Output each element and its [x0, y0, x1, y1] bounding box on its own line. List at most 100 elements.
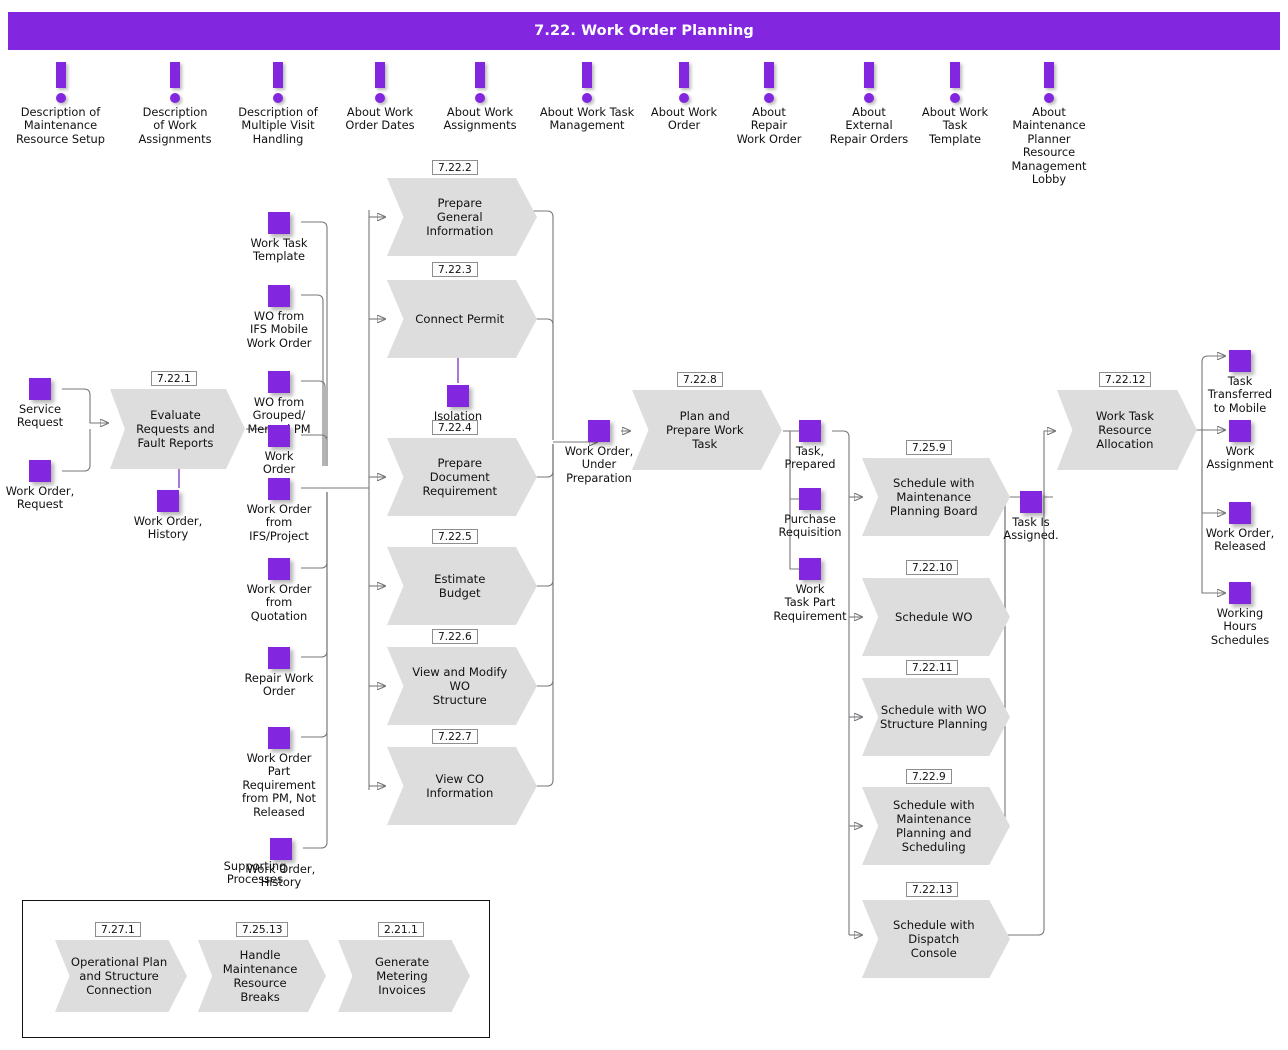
data-node-label: Work Task Template — [250, 236, 308, 264]
info-marker-description-of[interactable]: Description of Multiple Visit Handling — [228, 62, 328, 146]
info-marker-label: Description of Work Assignments — [138, 105, 212, 146]
process-schedule-wo[interactable]: Schedule WO — [862, 578, 1015, 661]
info-marker-about[interactable]: About External Repair Orders — [818, 62, 920, 146]
process-estimate-budget[interactable]: Estimate Budget — [387, 547, 542, 630]
exclamation-icon — [726, 62, 812, 106]
exclamation-icon — [912, 62, 998, 106]
info-marker-about[interactable]: About Repair Work Order — [726, 62, 812, 146]
process-label: Prepare General Information — [426, 196, 494, 238]
process-label: View and Modify WO Structure — [412, 665, 508, 707]
process-label: Schedule with Maintenance Planning and Sche… — [892, 798, 975, 854]
data-node-icon — [157, 490, 179, 512]
exclamation-icon — [130, 62, 220, 106]
data-node-label: Work Order, Under Preparation — [564, 444, 634, 485]
exclamation-icon — [528, 62, 646, 106]
process-label: Schedule with WO Structure Planning — [879, 703, 988, 731]
exclamation-bar — [375, 62, 385, 88]
info-marker-about-work-task[interactable]: About Work Task Management — [528, 62, 646, 133]
process-schedule-maint-board[interactable]: Schedule with Maintenance Planning Board — [862, 458, 1015, 541]
exclamation-dot — [55, 93, 66, 103]
exclamation-dot — [864, 93, 874, 103]
data-node-icon — [268, 371, 290, 393]
exclamation-dot — [375, 93, 385, 103]
process-connect-permit[interactable]: Connect Permit — [387, 280, 542, 363]
data-node-icon — [29, 378, 51, 400]
data-node-icon — [268, 425, 290, 447]
info-marker-about-work[interactable]: About Work Order Dates — [334, 62, 426, 133]
info-marker-label: About Work Task Management — [539, 105, 635, 133]
data-node-label: Work Assignment — [1206, 444, 1274, 472]
supporting-processes-label: Supporting Processes — [223, 859, 287, 887]
process-badge-prepare-general-info: 7.22.2 — [432, 160, 478, 175]
data-node-icon — [29, 460, 51, 482]
process-operational-plan-structure[interactable]: Operational Plan and Structure Connection — [55, 940, 192, 1017]
data-node-icon — [268, 727, 290, 749]
process-label: Work Task Resource Allocation — [1095, 409, 1154, 451]
process-schedule-dispatch[interactable]: Schedule with Dispatch Console — [862, 900, 1015, 983]
data-node-icon — [268, 212, 290, 234]
exclamation-icon — [8, 62, 113, 106]
info-marker-about-work[interactable]: About Work Assignments — [432, 62, 528, 133]
exclamation-icon — [818, 62, 920, 106]
process-handle-maint-resource-breaks[interactable]: Handle Maintenance Resource Breaks — [198, 940, 331, 1017]
process-view-modify-wo-structure[interactable]: View and Modify WO Structure — [387, 647, 542, 730]
process-view-co-information[interactable]: View CO Information — [387, 747, 542, 830]
data-node-icon — [1229, 420, 1251, 442]
exclamation-bar — [764, 62, 774, 88]
exclamation-dot — [950, 93, 960, 103]
process-badge-schedule-dispatch: 7.22.13 — [906, 882, 959, 897]
data-node-label: Task Transferred to Mobile — [1207, 374, 1273, 415]
data-node-icon — [268, 478, 290, 500]
exclamation-bar — [475, 62, 485, 88]
process-badge-plan-prepare-work-task: 7.22.8 — [677, 372, 723, 387]
process-label: Evaluate Requests and Fault Reports — [136, 408, 215, 450]
process-badge-view-co-information: 7.22.7 — [432, 729, 478, 744]
exclamation-icon — [432, 62, 528, 106]
data-node-label: Work Order, Released — [1205, 526, 1275, 554]
data-node-label: WO from IFS Mobile Work Order — [246, 309, 312, 350]
data-node-icon — [799, 420, 821, 442]
process-schedule-maint-plan-sched[interactable]: Schedule with Maintenance Planning and Sche… — [862, 787, 1015, 870]
exclamation-bar — [273, 62, 283, 88]
process-generate-metering-invoices[interactable]: Generate Metering Invoices — [338, 940, 475, 1017]
process-prepare-general-info[interactable]: Prepare General Information — [387, 178, 542, 261]
process-prepare-document-req[interactable]: Prepare Document Requirement — [387, 438, 542, 521]
info-marker-about-work[interactable]: About Work Task Template — [912, 62, 998, 146]
info-marker-about-work[interactable]: About Work Order — [642, 62, 726, 133]
data-node-icon — [799, 558, 821, 580]
info-marker-label: About Repair Work Order — [736, 105, 802, 146]
data-node-icon — [268, 558, 290, 580]
data-node-icon — [268, 285, 290, 307]
data-node-label: Work Order from Quotation — [246, 582, 312, 623]
data-node-icon — [799, 488, 821, 510]
process-evaluate-requests[interactable]: Evaluate Requests and Fault Reports — [110, 389, 250, 474]
exclamation-bar — [679, 62, 689, 88]
exclamation-dot — [679, 93, 689, 103]
data-node-icon — [1229, 582, 1251, 604]
exclamation-icon — [334, 62, 426, 106]
info-marker-description[interactable]: Description of Work Assignments — [130, 62, 220, 146]
exclamation-bar — [864, 62, 874, 88]
process-badge-work-task-resource-alloc: 7.22.12 — [1099, 372, 1152, 387]
exclamation-bar — [170, 62, 180, 88]
data-node-label: Purchase Requisition — [778, 512, 842, 540]
exclamation-dot — [764, 93, 774, 103]
process-label: Prepare Document Requirement — [422, 456, 498, 498]
process-plan-prepare-work-task[interactable]: Plan and Prepare Work Task — [632, 390, 787, 475]
info-marker-label: Description of Maintenance Resource Setup — [15, 105, 105, 146]
data-node-label: Working Hours Schedules — [1210, 606, 1270, 647]
process-badge-prepare-document-req: 7.22.4 — [432, 420, 478, 435]
data-node-label: Work Order, Request — [5, 484, 75, 512]
info-marker-about[interactable]: About Maintenance Planner Resource Managemen… — [1000, 62, 1098, 186]
process-schedule-wo-structure[interactable]: Schedule with WO Structure Planning — [862, 678, 1015, 761]
process-badge-schedule-maint-board: 7.25.9 — [906, 440, 952, 455]
data-node-icon — [1020, 491, 1042, 513]
info-marker-description-of[interactable]: Description of Maintenance Resource Setup — [8, 62, 113, 146]
process-label: Handle Maintenance Resource Breaks — [222, 948, 298, 1004]
exclamation-bar — [582, 62, 592, 88]
process-label: Operational Plan and Structure Connection — [70, 955, 168, 997]
process-work-task-resource-alloc[interactable]: Work Task Resource Allocation — [1057, 390, 1202, 475]
exclamation-bar — [55, 62, 66, 88]
data-node-label: Work Order Part Requirement from PM, Not Rel… — [241, 751, 317, 819]
process-label: Schedule with Maintenance Planning Board — [889, 476, 978, 518]
